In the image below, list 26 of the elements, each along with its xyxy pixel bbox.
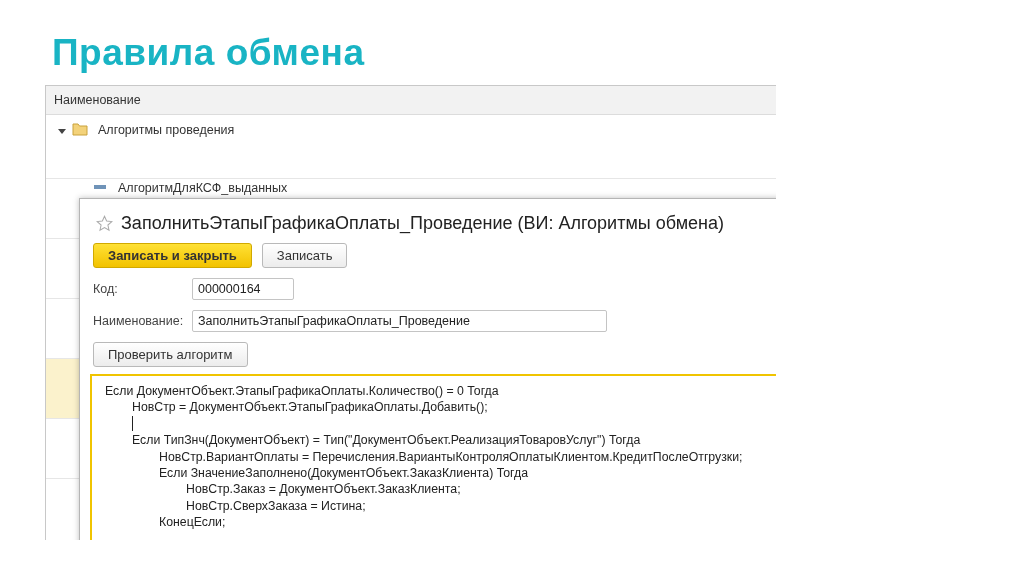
star-icon[interactable] [96,214,113,232]
text-cursor [132,415,133,431]
code-line: НовСтр.СверхЗаказа = Истина; [186,498,366,513]
check-algorithm-button[interactable]: Проверить алгоритм [93,342,248,367]
folder-icon [72,123,88,136]
slide-title: Правила обмена [51,31,366,75]
field-label: Наименование: [93,314,185,328]
code-line: КонецЕсли; [159,515,226,530]
input-field[interactable]: 000000164 [192,278,294,300]
dialog-title: ЗаполнитьЭтапыГрафикаОплаты_Проведение (ВИ: Алгоритмы обмена) [121,212,724,234]
save-and-close-button[interactable]: Записать и закрыть [93,243,252,268]
code-line: НовСтр.ВариантОплаты = Перечисления.ВариантыКонтроляОплатыКлиентом.КредитПослеОтгрузки; [159,449,743,464]
input-field[interactable]: ЗаполнитьЭтапыГрафикаОплаты_Проведение [192,310,607,332]
code-line: НовСтр = ДокументОбъект.ЭтапыГрафикаОплаты.Добавить(); [132,400,488,415]
code-line: Если ТипЗнч(ДокументОбъект) = Тип("ДокументОбъект.РеализацияТоваровУслуг") Тогда [132,433,641,448]
code-line: НовСтр.Заказ = ДокументОбъект.ЗаказКлиента; [186,482,461,497]
code-line: Если ДокументОбъект.ЭтапыГрафикаОплаты.Количество() = 0 Тогда [105,384,499,398]
expand-arrow-icon[interactable] [58,127,66,135]
code-editor[interactable] [90,374,776,540]
tree-item-label: АлгоритмДляКСФ_выданных [118,181,288,195]
field-label: Код: [93,282,119,296]
tree-item[interactable]: Алгоритмы проведения [98,123,235,137]
save-button[interactable]: Записать [261,243,348,268]
code-line: Если ЗначениеЗаполнено(ДокументОбъект.ЗаказКлиента) Тогда [159,465,528,480]
column-header: Наименование [46,86,776,115]
item-icon [94,184,106,190]
